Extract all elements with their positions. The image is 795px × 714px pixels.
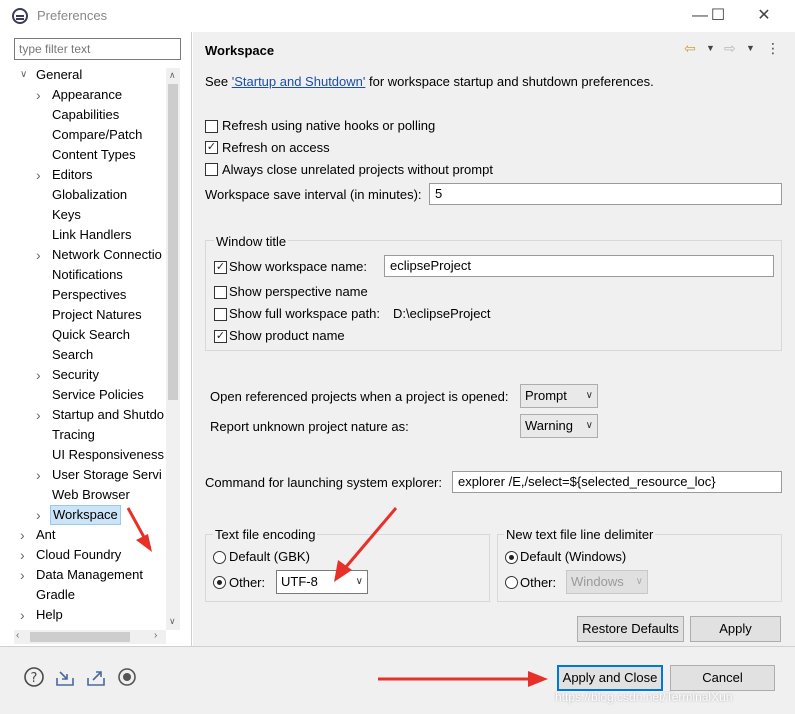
workspace-arrow-head (136, 534, 152, 552)
apply-close-arrow-head (528, 671, 548, 687)
encoding-arrow-shaft (338, 507, 398, 575)
annotation-arrows (126, 507, 548, 687)
